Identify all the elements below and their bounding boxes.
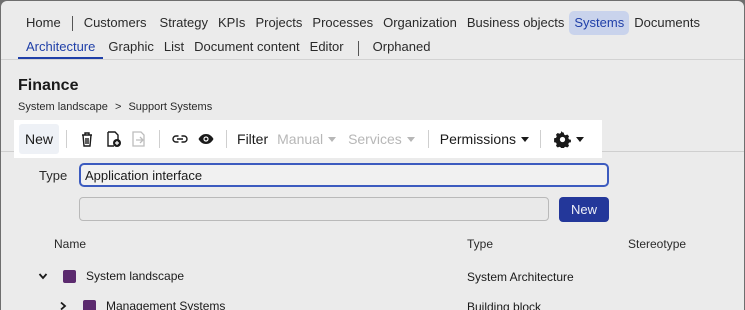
subnav-separator xyxy=(357,40,359,56)
manual-dropdown[interactable]: Manual xyxy=(271,124,342,154)
toolbar-separator xyxy=(66,130,68,148)
chevron-down-icon xyxy=(521,137,529,142)
row-name[interactable]: System landscape xyxy=(86,269,184,283)
settings-dropdown[interactable] xyxy=(548,124,590,154)
trash-icon[interactable] xyxy=(76,128,98,150)
type-input[interactable] xyxy=(79,163,609,187)
nav-business-objects[interactable]: Business objects xyxy=(462,11,570,35)
divider xyxy=(1,59,744,60)
chevron-right-icon[interactable] xyxy=(58,301,68,310)
breadcrumb-separator: > xyxy=(114,101,122,113)
column-header-stereotype[interactable]: Stereotype xyxy=(628,237,686,251)
tab-document-content[interactable]: Document content xyxy=(189,37,305,59)
nav-separator xyxy=(71,15,73,31)
tab-orphaned[interactable]: Orphaned xyxy=(368,37,436,59)
chevron-down-icon xyxy=(576,137,584,142)
nav-organization[interactable]: Organization xyxy=(378,11,462,35)
services-label: Services xyxy=(348,131,402,147)
row-type: Building block xyxy=(467,300,542,310)
app-window: Home Customers Strategy KPIs Projects Pr… xyxy=(1,1,744,310)
nav-documents[interactable]: Documents xyxy=(629,11,705,35)
permissions-dropdown[interactable]: Permissions xyxy=(436,124,533,154)
add-document-icon[interactable] xyxy=(102,128,124,150)
nav-systems[interactable]: Systems xyxy=(569,11,630,35)
add-new-button[interactable]: New xyxy=(559,197,609,222)
toolbar-separator xyxy=(159,130,161,148)
table-row[interactable]: Management Systems xyxy=(58,296,225,310)
type-label: Type xyxy=(39,168,68,183)
tab-list[interactable]: List xyxy=(159,37,189,59)
breadcrumb-item-support-systems: Support Systems xyxy=(128,101,213,113)
top-nav: Home Customers Strategy KPIs Projects Pr… xyxy=(18,11,705,35)
nav-home[interactable]: Home xyxy=(18,11,69,35)
tab-graphic[interactable]: Graphic xyxy=(103,37,159,59)
export-icon[interactable] xyxy=(128,128,150,150)
toolbar: New Filter Manual Services Permissions xyxy=(14,120,602,158)
nav-strategy[interactable]: Strategy xyxy=(155,11,213,35)
column-header-name[interactable]: Name xyxy=(54,237,86,251)
sub-nav: Architecture Graphic List Document conte… xyxy=(18,37,435,59)
chevron-down-icon xyxy=(328,137,337,142)
gear-icon xyxy=(554,130,571,148)
services-dropdown[interactable]: Services xyxy=(342,124,421,154)
permissions-label: Permissions xyxy=(439,131,516,147)
manual-label: Manual xyxy=(277,131,324,147)
object-color-swatch xyxy=(63,269,76,283)
toolbar-separator xyxy=(226,130,228,148)
search-input[interactable] xyxy=(79,197,549,221)
table-row[interactable]: System landscape xyxy=(38,266,184,286)
page-title: Finance xyxy=(18,77,79,94)
eye-icon[interactable] xyxy=(195,128,217,150)
nav-kpis[interactable]: KPIs xyxy=(213,11,250,35)
chevron-down-icon xyxy=(406,137,415,142)
breadcrumb: System landscape > Support Systems xyxy=(18,101,216,113)
row-name[interactable]: Management Systems xyxy=(106,299,225,310)
breadcrumb-item-system-landscape[interactable]: System landscape xyxy=(18,101,108,113)
toolbar-separator xyxy=(540,130,541,148)
nav-customers[interactable]: Customers xyxy=(76,11,155,35)
link-icon[interactable] xyxy=(169,128,191,150)
nav-projects[interactable]: Projects xyxy=(250,11,307,35)
object-color-swatch xyxy=(83,299,96,310)
nav-processes[interactable]: Processes xyxy=(307,11,378,35)
chevron-down-icon[interactable] xyxy=(38,271,48,281)
tab-architecture[interactable]: Architecture xyxy=(18,37,104,59)
row-type: System Architecture xyxy=(467,270,574,284)
tab-editor[interactable]: Editor xyxy=(305,37,349,59)
column-header-type[interactable]: Type xyxy=(467,237,493,251)
filter-button[interactable]: Filter xyxy=(234,124,271,154)
toolbar-separator xyxy=(427,130,429,148)
new-button[interactable]: New xyxy=(19,124,60,154)
